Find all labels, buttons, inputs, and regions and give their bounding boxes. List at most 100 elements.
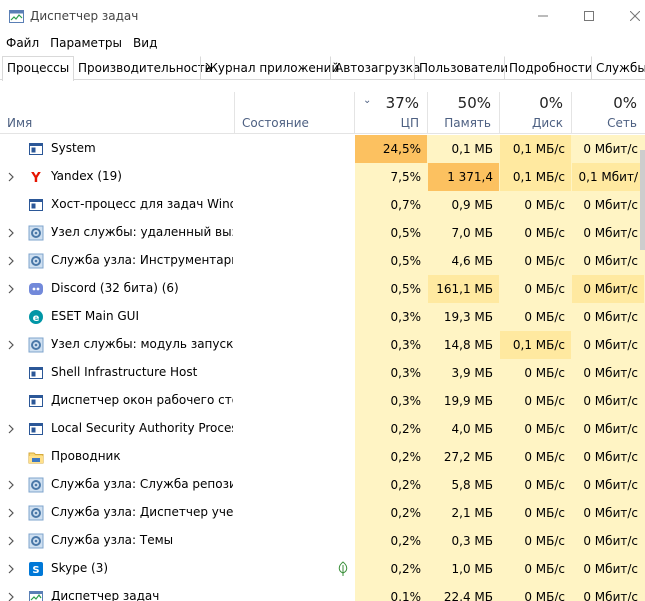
svg-text:e: e [33, 313, 40, 324]
column-status[interactable]: Состояние [235, 92, 355, 134]
network-value: 0 Мбит/с [572, 135, 645, 163]
maximize-button[interactable] [566, 0, 612, 33]
process-row[interactable]: Диспетчер задач 0,1% 22,4 МБ 0 МБ/с 0 Мбит/с [0, 583, 645, 601]
column-disk-label: Диск [531, 116, 563, 130]
chevron-right-icon[interactable] [7, 226, 17, 240]
cpu-value: 0,3% [355, 303, 428, 331]
process-row[interactable]: Discord (32 бита) (6) 0,5% 161,1 МБ 0 МБ/с 0… [0, 275, 645, 303]
gear-icon [28, 533, 44, 549]
minimize-button[interactable] [520, 0, 566, 33]
memory-value: 4,6 МБ [428, 247, 500, 275]
process-row[interactable]: S Skype (3) 0,2% 1,0 МБ 0 МБ/с 0 Мбит/с [0, 555, 645, 583]
memory-value: 27,2 МБ [428, 443, 500, 471]
network-value: 0 Мбит/с [572, 555, 645, 583]
disk-value: 0 МБ/с [500, 219, 572, 247]
menu-options[interactable]: Параметры [44, 33, 127, 55]
process-row[interactable]: e ESET Main GUI 0,3% 19,3 МБ 0 МБ/с 0 Мбит/с [0, 303, 645, 331]
window-icon [28, 393, 44, 409]
cpu-value: 0,5% [355, 275, 428, 303]
process-row[interactable]: Узел службы: удаленный вызо... 0,5%7,0 МБ… [0, 219, 645, 247]
column-disk[interactable]: 0% Диск [500, 92, 572, 134]
chevron-right-icon[interactable] [7, 338, 17, 352]
svg-text:Y: Y [30, 171, 41, 185]
tab-startup[interactable]: Автозагрузка [330, 56, 425, 80]
cpu-value: 0,2% [355, 527, 428, 555]
column-headers: Имя Состояние ⌄ 37% ЦП 50% Память 0% Дис… [0, 92, 645, 134]
network-value: 0 Мбит/с [572, 219, 645, 247]
process-row[interactable]: Служба узла: Диспетчер учетн... 0,2%2,1 М… [0, 499, 645, 527]
memory-value: 0,1 МБ [428, 135, 500, 163]
cpu-value: 0,2% [355, 443, 428, 471]
process-row[interactable]: Узел службы: модуль запуска ... 0,3%14,8 … [0, 331, 645, 359]
memory-value: 4,0 МБ [428, 415, 500, 443]
process-row[interactable]: Служба узла: Инструментари... 0,5% 4,6 МБ 0… [0, 247, 645, 275]
process-row[interactable]: Проводник 0,2% 27,2 МБ 0 МБ/с 0 Мбит/с [0, 443, 645, 471]
chevron-right-icon[interactable] [7, 254, 17, 268]
tab-details[interactable]: Подробности [504, 56, 598, 80]
column-memory[interactable]: 50% Память [428, 92, 500, 134]
cpu-value: 0,2% [355, 499, 428, 527]
skype-icon: S [28, 561, 44, 577]
window-icon [28, 197, 44, 213]
process-row[interactable]: Local Security Authority Process... 0,2%4… [0, 415, 645, 443]
disk-total-percent: 0% [539, 94, 563, 112]
memory-value: 161,1 МБ [428, 275, 500, 303]
process-name: Shell Infrastructure Host [51, 365, 198, 379]
process-row[interactable]: Shell Infrastructure Host 0,3% 3,9 МБ 0 МБ/… [0, 359, 645, 387]
disk-value: 0 МБ/с [500, 275, 572, 303]
cpu-value: 0,3% [355, 331, 428, 359]
tab-strip: Процессы Производительность Журнал прило… [0, 56, 645, 81]
process-row[interactable]: Y Yandex (19) 7,5%1 371,4 МБ0,1 МБ/с0,1 Мб… [0, 163, 645, 212]
menu-file[interactable]: Файл [0, 33, 44, 55]
gear-icon [28, 337, 44, 353]
column-name[interactable]: Имя [0, 92, 235, 134]
memory-value: 2,1 МБ [428, 499, 500, 527]
process-row[interactable]: System 24,5% 0,1 МБ 0,1 МБ/с 0 Мбит/с [0, 135, 645, 163]
network-value: 0 Мбит/с [572, 247, 645, 275]
chevron-right-icon[interactable] [7, 506, 17, 520]
eset-icon: e [28, 309, 44, 325]
process-row[interactable]: Служба узла: Темы 0,2% 0,3 МБ 0 МБ/с 0 Мбит/… [0, 527, 645, 555]
column-network[interactable]: 0% Сеть [572, 92, 645, 134]
tab-services[interactable]: Службы [591, 56, 645, 80]
disk-value: 0,1 МБ/с [500, 163, 572, 191]
close-button[interactable] [612, 0, 645, 33]
memory-value: 22,4 МБ [428, 583, 500, 601]
process-name: Skype (3) [51, 561, 109, 575]
chevron-right-icon[interactable] [7, 422, 17, 436]
chevron-right-icon[interactable] [7, 478, 17, 492]
process-row[interactable]: Диспетчер окон рабочего стола 0,3%19,9 МБ… [0, 387, 645, 415]
column-name-label: Имя [7, 116, 33, 130]
tab-app-history[interactable]: Журнал приложений [200, 56, 344, 80]
vertical-scrollbar[interactable] [640, 150, 645, 250]
tab-users[interactable]: Пользователи [414, 56, 513, 80]
disk-value: 0,1 МБ/с [500, 331, 572, 359]
process-name: Узел службы: удаленный вызо... [51, 225, 233, 239]
memory-value: 5,8 МБ [428, 471, 500, 499]
cpu-value: 0,7% [355, 191, 428, 219]
process-name: Yandex (19) [51, 169, 122, 183]
column-cpu[interactable]: ⌄ 37% ЦП [355, 92, 428, 134]
cpu-value: 0,5% [355, 247, 428, 275]
chevron-right-icon[interactable] [7, 282, 17, 296]
process-name: Discord (32 бита) (6) [51, 281, 179, 295]
disk-value: 0 МБ/с [500, 415, 572, 443]
cpu-value: 0,3% [355, 387, 428, 415]
process-row[interactable]: Хост-процесс для задач Windo... 0,7%0,9 М… [0, 191, 645, 219]
memory-value: 3,9 МБ [428, 359, 500, 387]
close-icon [629, 10, 641, 24]
menu-view[interactable]: Вид [127, 33, 162, 55]
network-value: 0,1 Мбит/с [572, 163, 645, 212]
process-row[interactable]: Служба узла: Служба репозит... 0,2%5,8 МБ… [0, 471, 645, 499]
chevron-right-icon[interactable] [7, 562, 17, 576]
chevron-right-icon[interactable] [7, 590, 17, 601]
cpu-total-percent: 37% [385, 94, 419, 112]
memory-value: 19,9 МБ [428, 387, 500, 415]
chevron-right-icon[interactable] [7, 170, 17, 184]
tab-performance[interactable]: Производительность [73, 56, 217, 80]
tab-processes[interactable]: Процессы [2, 56, 75, 81]
chevron-right-icon[interactable] [7, 534, 17, 548]
network-value: 0 Мбит/с [572, 583, 645, 601]
network-value: 0 Мбит/с [572, 499, 645, 527]
network-value: 0 Мбит/с [572, 527, 645, 555]
